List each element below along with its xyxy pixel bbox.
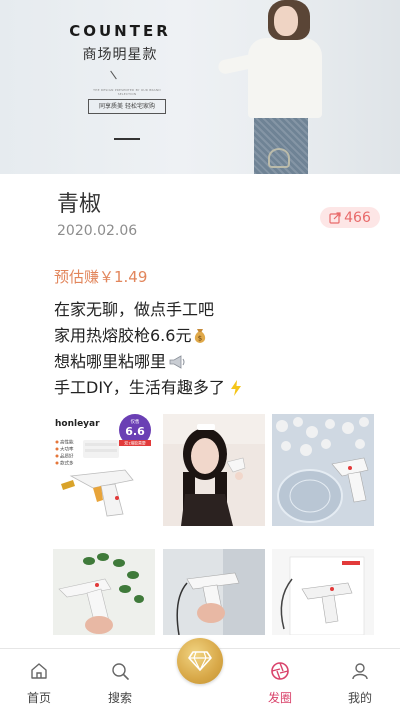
post-photo-6[interactable] xyxy=(272,549,374,635)
woman-with-glue-gun-image xyxy=(163,414,265,526)
post-text: 在家无聊，做点手工吧 家用热熔胶枪6.6元 $ 想粘哪里粘哪里 手工DIY，生活… xyxy=(54,297,245,401)
vip-diamond-button[interactable] xyxy=(177,638,223,684)
post-line-3: 想粘哪里粘哪里 xyxy=(54,349,245,375)
banner-small-print: THE DESIGN PRESENTED BY OUR BRAND SELECT… xyxy=(93,88,161,96)
post-line-1: 在家无聊，做点手工吧 xyxy=(54,300,215,319)
share-count: 466 xyxy=(344,209,371,226)
lightning-icon xyxy=(230,380,241,396)
post-photo-2[interactable] xyxy=(163,414,265,526)
megaphone-icon xyxy=(169,355,185,369)
post-line-4: 手工DIY，生活有趣多了 xyxy=(54,375,245,401)
nav-moments-label: 发圈 xyxy=(267,691,292,705)
post-date: 2020.02.06 xyxy=(57,223,138,239)
banner-underline xyxy=(114,138,140,140)
nav-home[interactable]: 首页 xyxy=(9,649,69,710)
banner-divider xyxy=(110,70,117,80)
hand-glue-gun-image-2 xyxy=(163,549,265,635)
banner-model-image xyxy=(210,0,350,174)
photo1-price-note: 仅售 xyxy=(131,418,140,425)
nav-moments[interactable]: 发圈 xyxy=(250,649,310,710)
photo1-feature-2: 大功率 xyxy=(60,446,74,453)
banner-brand: COUNTER xyxy=(69,22,171,40)
post-author: 青椒 xyxy=(57,192,102,217)
photo1-brand: honleyar xyxy=(55,419,100,429)
nav-search-label: 搜索 xyxy=(107,691,132,705)
search-icon xyxy=(112,663,129,680)
share-icon xyxy=(329,211,341,224)
estimated-earnings: 预估赚￥1.49 xyxy=(54,268,148,286)
home-icon xyxy=(31,663,47,679)
share-button[interactable]: 466 xyxy=(320,207,380,228)
crafts-image xyxy=(272,414,374,526)
photo1-price: 6.6 xyxy=(125,425,145,438)
photo1-ribbon: 双1熔胶需要 xyxy=(124,441,146,446)
glue-gun-product-image: honleyar 仅售 6.6 双1熔胶需要 高性能 大功率 品质好 款式多 xyxy=(53,414,155,526)
user-icon xyxy=(352,663,368,680)
nav-search[interactable]: 搜索 xyxy=(90,649,150,710)
photo1-feature-3: 品质好 xyxy=(60,453,74,460)
photo1-feature-4: 款式多 xyxy=(60,460,74,467)
banner-subtitle: 商场明星款 xyxy=(82,47,158,63)
post-line-2: 家用热熔胶枪6.6元 $ xyxy=(54,323,245,349)
post-photo-5[interactable] xyxy=(163,549,265,635)
nav-home-label: 首页 xyxy=(26,691,51,705)
svg-text:$: $ xyxy=(198,335,202,343)
post-photo-4[interactable] xyxy=(53,549,155,635)
hand-glue-gun-image-1 xyxy=(53,549,155,635)
nav-me-label: 我的 xyxy=(347,691,372,705)
glue-gun-package-image xyxy=(272,549,374,635)
post-photo-1[interactable]: honleyar 仅售 6.6 双1熔胶需要 高性能 大功率 品质好 款式多 xyxy=(53,414,155,526)
post-photo-3[interactable] xyxy=(272,414,374,526)
photo1-feature-1: 高性能 xyxy=(60,439,74,446)
promo-banner[interactable]: COUNTER 商场明星款 THE DESIGN PRESENTED BY OU… xyxy=(0,0,400,174)
banner-tag: 同享质美 轻松宅家购 xyxy=(88,99,166,114)
money-bag-icon: $ xyxy=(195,329,206,343)
nav-me[interactable]: 我的 xyxy=(330,649,390,710)
diamond-icon xyxy=(188,651,212,671)
aperture-icon xyxy=(271,662,289,680)
